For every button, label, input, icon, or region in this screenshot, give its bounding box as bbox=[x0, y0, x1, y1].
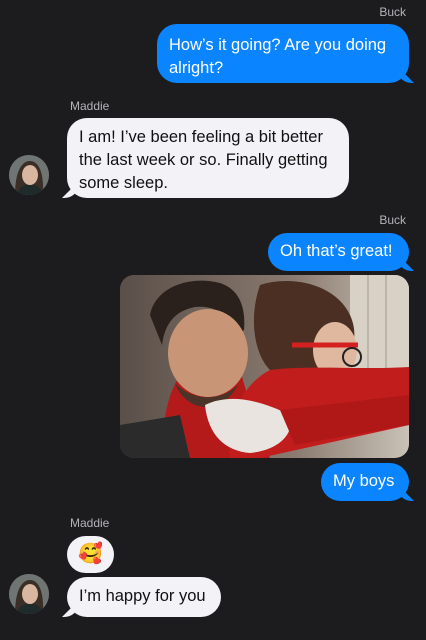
sender-label-buck: Buck bbox=[379, 213, 406, 227]
photo-image bbox=[120, 275, 409, 458]
smiling-face-hearts-emoji: 🥰 bbox=[78, 543, 103, 565]
message-text: How’s it going? Are you doing alright? bbox=[169, 36, 387, 77]
message-text: My boys bbox=[333, 472, 395, 490]
message-text: I’m happy for you bbox=[79, 587, 206, 605]
message-bubble-incoming[interactable]: I am! I’ve been feeling a bit better the… bbox=[67, 118, 349, 198]
message-bubble-outgoing[interactable]: How’s it going? Are you doing alright? bbox=[157, 24, 409, 83]
message-text: I am! I’ve been feeling a bit better the… bbox=[79, 128, 328, 192]
message-text: Oh that’s great! bbox=[280, 242, 393, 260]
sender-label-buck: Buck bbox=[379, 5, 406, 19]
avatar-photo-icon bbox=[9, 155, 49, 195]
message-bubble-outgoing[interactable]: My boys bbox=[321, 463, 409, 501]
avatar-photo-icon bbox=[9, 574, 49, 614]
message-bubble-outgoing[interactable]: Oh that’s great! bbox=[268, 233, 409, 271]
sender-label-maddie: Maddie bbox=[70, 516, 110, 530]
message-bubble-incoming[interactable]: I’m happy for you bbox=[67, 577, 221, 617]
photo-attachment[interactable] bbox=[120, 275, 409, 458]
maddie-avatar[interactable] bbox=[9, 155, 49, 195]
sender-label-maddie: Maddie bbox=[70, 99, 110, 113]
emoji-bubble-incoming[interactable]: 🥰 bbox=[67, 536, 114, 573]
maddie-avatar[interactable] bbox=[9, 574, 49, 614]
